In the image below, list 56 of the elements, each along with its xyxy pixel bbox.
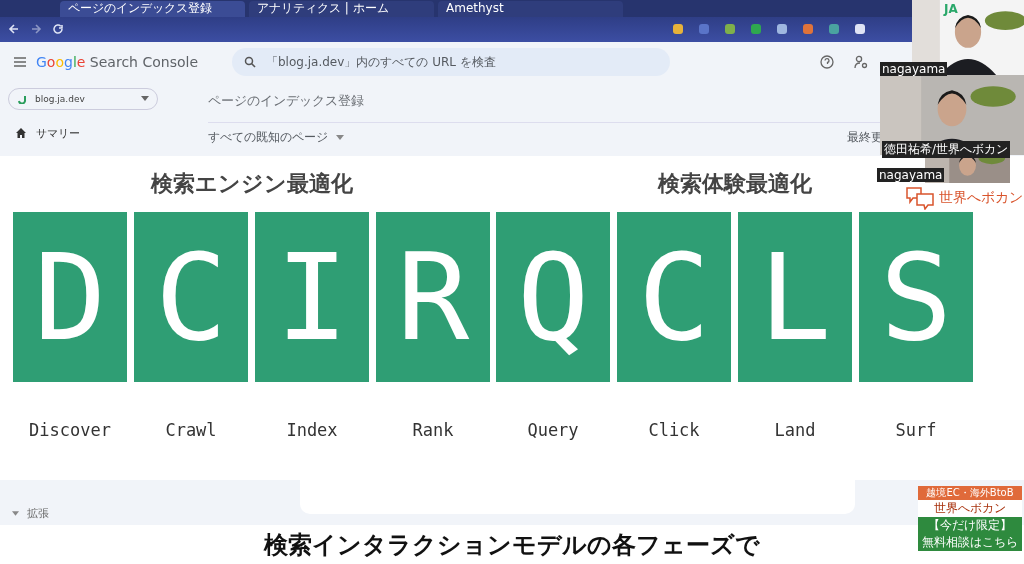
promo-banner[interactable]: 越境EC・海外BtoB 世界へボカン 【今だけ限定】 無料相談はこちら — [918, 486, 1022, 551]
banner-cta: 無料相談はこちら — [921, 534, 1019, 551]
user-settings-icon[interactable] — [854, 54, 868, 69]
caption: 検索インタラクションモデルの各フェーズで — [264, 529, 760, 561]
participant-name: nagayama — [880, 62, 948, 76]
group-title: 検索エンジン最適化 — [150, 170, 353, 199]
phase-label: Discover — [29, 420, 111, 441]
phase-label: Query — [527, 420, 579, 441]
property-icon — [17, 93, 27, 104]
phase-label: Index — [286, 420, 338, 441]
extension-icon[interactable] — [828, 23, 840, 36]
letter-tile: S — [859, 212, 973, 383]
logo-text: JA — [944, 2, 958, 16]
product-logo[interactable]: Google Search Console — [36, 53, 216, 70]
phase-label: Surf — [895, 420, 937, 441]
phase-label: Rank — [412, 420, 454, 441]
back-icon[interactable] — [8, 23, 20, 36]
home-icon — [16, 128, 26, 139]
letter-tile: Q — [496, 212, 610, 383]
help-icon[interactable] — [820, 54, 834, 69]
caret-icon — [141, 96, 149, 102]
phase-label: Land — [774, 420, 816, 441]
phase-label: Click — [648, 420, 700, 441]
brand-logo: 世界へボカン — [939, 189, 1023, 207]
banner-tag: 【今だけ限定】 — [918, 517, 1022, 534]
letter-tile: C — [134, 212, 248, 383]
extension-icon[interactable] — [750, 23, 762, 36]
reload-icon[interactable] — [52, 23, 64, 36]
browser-tab[interactable]: ページのインデックス登録 — [60, 0, 245, 17]
banner-title: 越境EC・海外BtoB — [918, 486, 1022, 500]
extension-icon[interactable] — [672, 23, 684, 36]
letter-tile: I — [255, 212, 369, 383]
letter-tile: D — [13, 212, 127, 383]
filter-dropdown[interactable]: すべての既知のページ — [208, 128, 328, 146]
extension-icon[interactable] — [854, 23, 866, 36]
search-icon — [244, 55, 256, 68]
nav-item[interactable]: サマリー — [8, 125, 192, 141]
caret-icon — [12, 511, 19, 517]
browser-tab[interactable]: アナリティクス | ホーム — [249, 0, 434, 17]
extension-icon[interactable] — [724, 23, 736, 36]
letter-tile: R — [376, 212, 490, 383]
group-title: 検索体験最適化 — [657, 170, 812, 199]
banner-brand: 世界へボカン — [933, 500, 1007, 517]
letter-tile: C — [617, 212, 731, 383]
browser-tab[interactable]: Amethyst — [438, 0, 623, 17]
section-label[interactable]: 拡張 — [27, 506, 49, 522]
extension-icon[interactable] — [802, 23, 814, 36]
forward-icon[interactable] — [30, 23, 42, 36]
extension-icon[interactable] — [776, 23, 788, 36]
speech-bubbles-icon — [905, 186, 935, 210]
search-field[interactable]: 「blog.ja.dev」内のすべての URL を検査 — [232, 47, 670, 76]
letter-tile: L — [738, 212, 852, 383]
participant-name: nagayama — [877, 168, 945, 182]
phase-label: Crawl — [165, 420, 217, 441]
caret-icon — [336, 134, 344, 140]
menu-icon[interactable] — [14, 56, 26, 67]
